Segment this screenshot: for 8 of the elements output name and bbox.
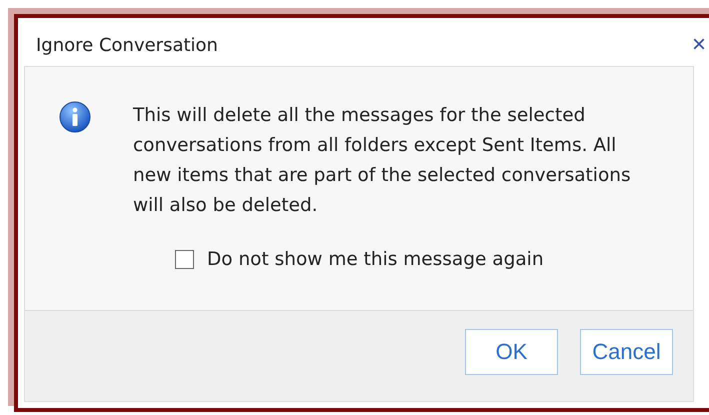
cancel-button[interactable]: Cancel — [580, 329, 673, 375]
checkbox[interactable] — [175, 250, 194, 269]
close-button[interactable]: × — [692, 33, 706, 57]
window-title: Ignore Conversation — [36, 34, 218, 56]
message-text: This will delete all the messages for the selected conversations from all folders except Sent Items. All new items that are part of the selected conversations will also be deleted. — [133, 104, 632, 218]
checkbox-label: Do not show me this message again — [207, 249, 544, 270]
info-icon — [59, 101, 91, 133]
ok-button[interactable]: OK — [465, 329, 558, 375]
